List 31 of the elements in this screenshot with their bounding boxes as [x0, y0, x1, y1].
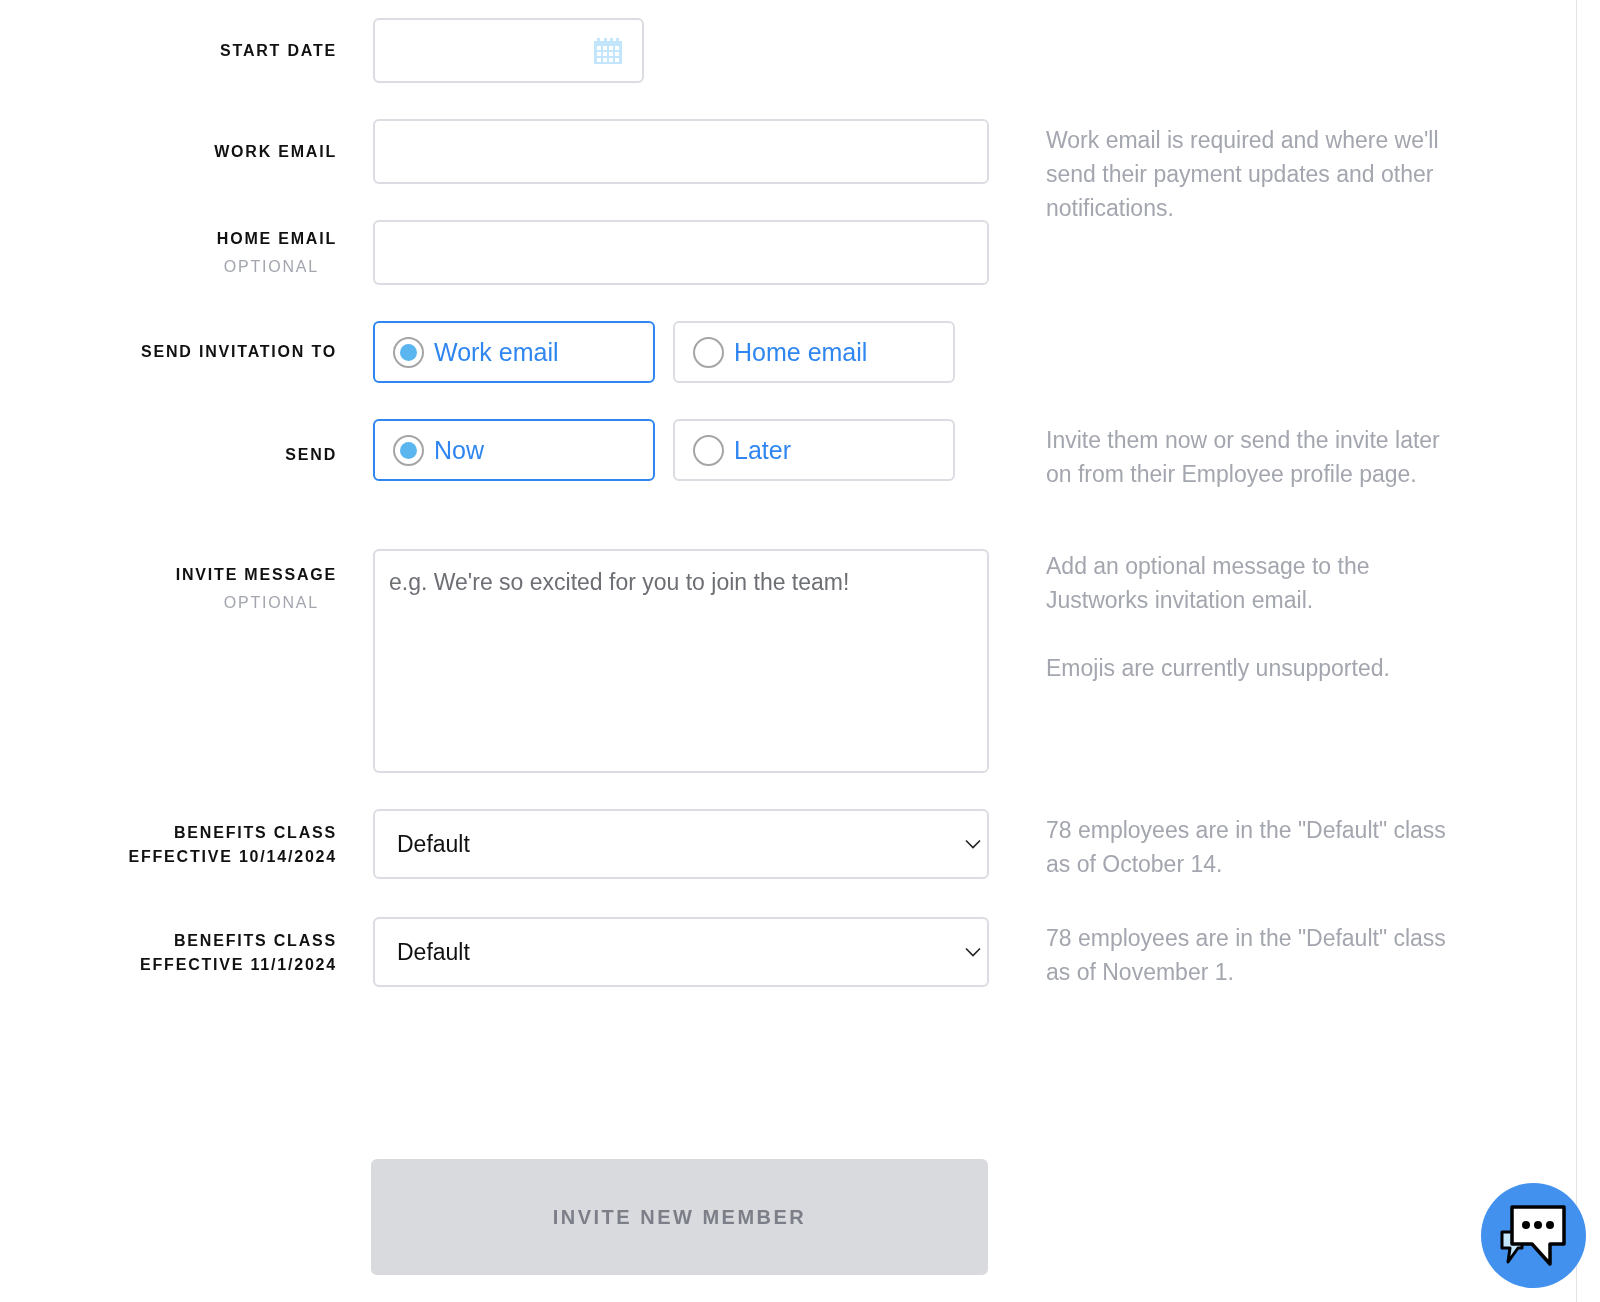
radio-option[interactable]: Now	[373, 419, 655, 481]
field-label: EFFECTIVE 10/14/2024	[128, 847, 337, 867]
email-field[interactable]	[373, 220, 989, 285]
message-field[interactable]: e.g. We're so excited for you to join the team!	[373, 549, 989, 773]
field-label: WORK EMAIL	[214, 141, 337, 162]
field-label: SEND INVITATION TO	[141, 342, 337, 362]
help-text: Add an optional message to the Justworks invitation email.	[1046, 552, 1371, 615]
email-field[interactable]	[373, 119, 989, 184]
help-text: Invite them now or send the invite later on from their Employee profile page.	[1046, 426, 1441, 489]
field-label: EFFECTIVE 11/1/2024	[140, 955, 337, 975]
field-label: INVITE MESSAGE	[175, 565, 337, 585]
field-label: BENEFITS CLASS	[174, 931, 337, 951]
field-label: SEND	[285, 445, 337, 465]
radio-option[interactable]: Work email	[373, 321, 655, 383]
help-text: Work email is required and where we'll send their payment updates and other notifications.	[1046, 126, 1440, 223]
optional-label: OPTIONAL	[223, 256, 319, 277]
field-label: START DATE	[220, 40, 337, 61]
chevron-down-icon	[965, 947, 981, 957]
benefits-class-dropdown[interactable]: Default	[373, 809, 989, 879]
benefits-class-dropdown[interactable]: Default	[373, 917, 989, 987]
radio-option[interactable]: Later	[673, 419, 955, 481]
field-label: HOME EMAIL	[216, 228, 337, 249]
chevron-down-icon	[965, 839, 981, 849]
help-text: 78 employees are in the "Default" class as of October 14.	[1046, 816, 1447, 879]
date-field[interactable]	[373, 18, 644, 83]
calendar-icon	[594, 37, 622, 64]
help-text: 78 employees are in the "Default" class as of November 1.	[1046, 924, 1447, 987]
radio-option[interactable]: Home email	[673, 321, 955, 383]
field-label: BENEFITS CLASS	[174, 823, 337, 843]
help-text: Emojis are currently unsupported.	[1046, 654, 1391, 683]
optional-label: OPTIONAL	[223, 593, 319, 613]
